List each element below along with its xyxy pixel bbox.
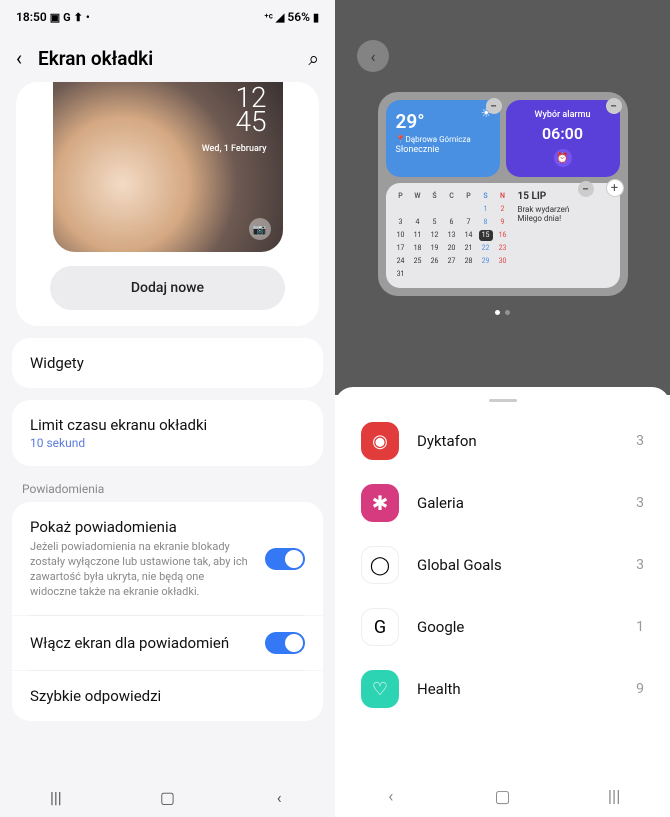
app-name: Google — [417, 618, 618, 636]
calendar-widget[interactable]: PWŚCPSN123456789101112131415161718192021… — [386, 183, 620, 288]
app-row[interactable]: ♡ Health 9 — [335, 658, 670, 720]
battery-pct: 56% — [287, 10, 310, 24]
cover-clock: 1245 — [235, 86, 266, 134]
app-row[interactable]: ◯ Global Goals 3 — [335, 534, 670, 596]
nav-home[interactable]: ▢ — [477, 787, 527, 807]
app-count: 3 — [636, 433, 644, 449]
pin-icon: 📍 — [396, 135, 406, 144]
remove-widget-icon[interactable]: − — [606, 98, 622, 114]
back-icon[interactable]: ‹ — [16, 46, 22, 70]
signal-icon: ◢ — [276, 11, 284, 24]
weather-widget[interactable]: ☀ 29° 📍Dąbrowa Górnicza Słonecznie − — [386, 100, 500, 177]
nav-bar: ||| ▢ ‹ — [0, 777, 335, 817]
battery-icon: ▮ — [313, 11, 319, 24]
alarm-widget[interactable]: Wybór alarmu 06:00 ⏰ − — [506, 100, 620, 177]
app-icon: ✱ — [361, 484, 399, 522]
add-widget-icon[interactable]: + — [606, 179, 624, 197]
pager-dot[interactable] — [495, 310, 500, 315]
app-icon: ◯ — [361, 546, 399, 584]
app-icon: G — [361, 608, 399, 646]
remove-widget-icon[interactable]: − — [578, 181, 594, 197]
app-row[interactable]: G Google 1 — [335, 596, 670, 658]
status-icon: ▣ — [50, 11, 60, 24]
app-count: 1 — [636, 619, 644, 635]
cover-date: Wed, 1 February — [202, 144, 267, 154]
app-name: Dyktafon — [417, 432, 618, 450]
status-icon: • — [86, 11, 90, 24]
section-notifications: Powiadomienia — [0, 466, 335, 502]
cover-preview[interactable]: 1245 Wed, 1 February 📷 — [53, 82, 283, 252]
nav-recents[interactable]: ||| — [589, 787, 639, 807]
app-icon: ◉ — [361, 422, 399, 460]
app-count: 3 — [636, 495, 644, 511]
app-name: Health — [417, 680, 618, 698]
nav-bar: ‹ ▢ ||| — [335, 777, 670, 817]
nav-recents[interactable]: ||| — [31, 788, 81, 807]
wake-toggle[interactable] — [265, 632, 305, 654]
page-header: ‹ Ekran okładki ⌕ — [0, 28, 335, 82]
pager-dot[interactable] — [505, 310, 510, 315]
widget-panel[interactable]: ☀ 29° 📍Dąbrowa Górnicza Słonecznie − Wyb… — [378, 92, 628, 296]
quick-replies-row[interactable]: Szybkie odpowiedzi — [12, 671, 323, 721]
show-notifications-row[interactable]: Pokaż powiadomienia Jeżeli powiadomienia… — [12, 502, 323, 615]
calendar-grid: PWŚCPSN123456789101112131415161718192021… — [394, 191, 510, 280]
sheet-handle[interactable] — [489, 399, 517, 402]
add-new-button[interactable]: Dodaj nowe — [50, 266, 285, 310]
back-button[interactable]: ‹ — [357, 40, 389, 72]
pager[interactable] — [495, 310, 510, 315]
widgets-row[interactable]: Widgety — [12, 338, 323, 388]
wifi-icon: ⁺ᶜ — [264, 11, 273, 24]
search-icon[interactable]: ⌕ — [308, 47, 319, 70]
nav-back[interactable]: ‹ — [366, 787, 416, 807]
nav-back[interactable]: ‹ — [254, 788, 304, 807]
cover-preview-card: 1245 Wed, 1 February 📷 Dodaj nowe — [16, 82, 319, 326]
timeout-row[interactable]: Limit czasu ekranu okładki 10 sekund — [12, 400, 323, 466]
app-count: 9 — [636, 681, 644, 697]
widget-editor-area: ‹ ☀ 29° 📍Dąbrowa Górnicza Słonecznie − W… — [335, 0, 670, 395]
status-icon: G — [63, 11, 71, 24]
app-row[interactable]: ✱ Galeria 3 — [335, 472, 670, 534]
app-name: Global Goals — [417, 556, 618, 574]
remove-widget-icon[interactable]: − — [486, 98, 502, 114]
app-icon: ♡ — [361, 670, 399, 708]
nav-home[interactable]: ▢ — [142, 788, 192, 807]
camera-icon[interactable]: 📷 — [249, 218, 271, 240]
status-bar: 18:50 ▣ G ⬆ • ⁺ᶜ ◢ 56% ▮ — [0, 0, 335, 28]
status-icon: ⬆ — [74, 11, 83, 24]
alarm-icon: ⏰ — [554, 149, 572, 167]
wake-for-notifications-row[interactable]: Włącz ekran dla powiadomień — [12, 616, 323, 670]
show-notifications-toggle[interactable] — [265, 548, 305, 570]
app-count: 3 — [636, 557, 644, 573]
status-time: 18:50 — [16, 10, 47, 24]
page-title: Ekran okładki — [38, 47, 292, 70]
app-name: Galeria — [417, 494, 618, 512]
app-sheet[interactable]: ◉ Dyktafon 3 ✱ Galeria 3 ◯ Global Goals 3 G Google… — [335, 387, 670, 817]
app-row[interactable]: ◉ Dyktafon 3 — [335, 410, 670, 472]
